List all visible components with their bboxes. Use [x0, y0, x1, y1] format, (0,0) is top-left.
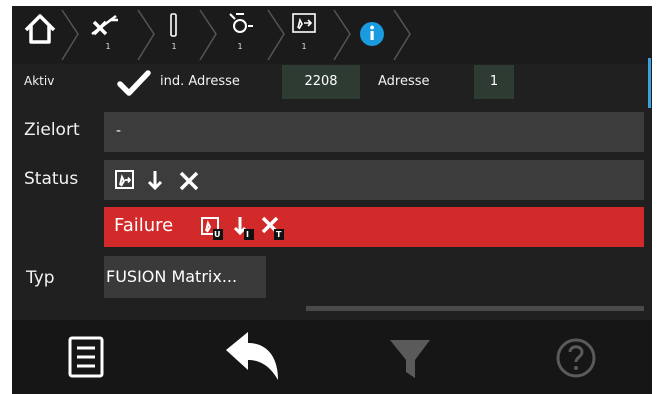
failure-badge: U	[214, 230, 221, 239]
filter-button[interactable]	[372, 320, 472, 394]
vertical-scrollbar[interactable]	[648, 58, 651, 108]
failure-banner: Failure U I T	[104, 207, 644, 247]
breadcrumb-count: 1	[171, 42, 177, 51]
menu-icon	[68, 336, 104, 378]
breadcrumb-separator	[137, 9, 155, 61]
device-screen: 1 1 1 1 Aktiv ind. Adresse 2208 Adresse …	[12, 6, 652, 394]
ind-adresse-value[interactable]: 2208	[282, 65, 360, 99]
aktiv-label: Aktiv	[24, 74, 55, 88]
zielort-value: -	[116, 123, 122, 139]
breadcrumb-count: 1	[105, 42, 111, 51]
breadcrumb-separator	[393, 9, 411, 61]
breadcrumb-count: 1	[301, 42, 307, 51]
status-field[interactable]	[104, 160, 644, 200]
checkmark-icon[interactable]	[116, 68, 152, 98]
status-label: Status	[24, 169, 79, 189]
failure-badge: T	[276, 230, 282, 239]
home-icon	[24, 14, 56, 44]
zielort-label: Zielort	[24, 120, 80, 140]
exclamation-icon	[170, 13, 177, 37]
typ-value: FUSION Matrix...	[106, 267, 238, 286]
back-button[interactable]	[212, 320, 312, 394]
breadcrumb-cross-slash[interactable]: 1	[88, 6, 132, 64]
breadcrumb-separator	[199, 9, 217, 61]
zielort-field[interactable]: -	[104, 112, 644, 152]
arrow-down-icon	[233, 217, 254, 240]
filter-icon	[390, 340, 430, 378]
breadcrumb: 1 1 1 1	[12, 6, 652, 64]
breadcrumb-separator	[61, 9, 79, 61]
cross-slash-icon	[91, 15, 118, 36]
bottom-toolbar	[12, 320, 652, 394]
help-button[interactable]	[540, 320, 640, 394]
arrow-down-icon	[147, 171, 163, 191]
info-icon	[360, 22, 384, 46]
lamp-icon	[229, 13, 253, 33]
typ-label: Typ	[26, 268, 55, 288]
ind-adresse-label: ind. Adresse	[160, 74, 240, 89]
help-icon	[556, 338, 596, 378]
failure-badge: I	[246, 230, 249, 239]
exit-sign-icon	[115, 170, 134, 189]
back-arrow-icon	[226, 332, 278, 380]
close-icon	[179, 171, 199, 191]
breadcrumb-exit-sign[interactable]: 1	[290, 6, 334, 64]
breadcrumb-lamp[interactable]: 1	[222, 6, 266, 64]
close-icon	[261, 216, 284, 240]
adresse-label: Adresse	[378, 74, 430, 89]
typ-field[interactable]: FUSION Matrix...	[104, 256, 266, 298]
adresse-value[interactable]: 1	[474, 65, 514, 99]
breadcrumb-separator	[333, 9, 351, 61]
breadcrumb-separator	[267, 9, 285, 61]
horizontal-scrollbar[interactable]	[306, 306, 644, 311]
breadcrumb-count: 1	[237, 42, 243, 51]
failure-text: Failure	[114, 215, 174, 236]
menu-button[interactable]	[52, 320, 152, 394]
exit-sign-icon	[292, 13, 316, 33]
